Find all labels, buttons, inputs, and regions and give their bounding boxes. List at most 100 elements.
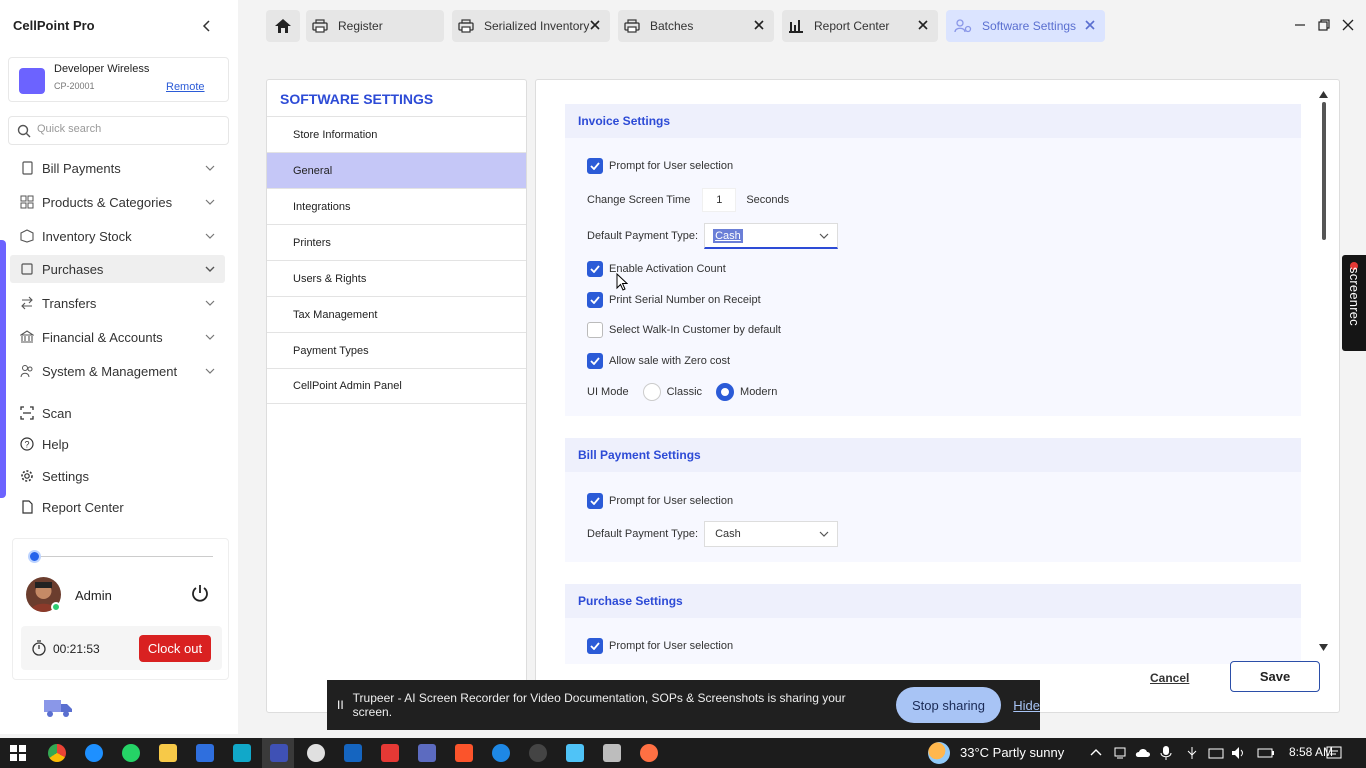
close-icon[interactable] bbox=[588, 18, 602, 32]
tab-software-settings[interactable]: Software Settings bbox=[946, 10, 1105, 42]
close-window-button[interactable] bbox=[1341, 18, 1355, 32]
tab-serialized-inventory[interactable]: Serialized Inventory bbox=[452, 10, 610, 42]
checkbox[interactable] bbox=[587, 158, 603, 174]
wifi-icon[interactable] bbox=[1208, 746, 1224, 760]
menu-item-cellpoint-admin-panel[interactable]: CellPoint Admin Panel bbox=[267, 368, 526, 404]
collapse-sidebar-button[interactable] bbox=[199, 18, 215, 34]
app-icon[interactable] bbox=[529, 744, 547, 762]
close-icon[interactable] bbox=[1083, 18, 1097, 32]
bill-payment-type-row: Default Payment Type: Cash bbox=[587, 521, 839, 547]
clock-out-button[interactable]: Clock out bbox=[139, 635, 211, 662]
tab-register[interactable]: Register bbox=[306, 10, 444, 42]
pause-icon[interactable]: II bbox=[337, 698, 344, 712]
save-button[interactable]: Save bbox=[1230, 661, 1320, 692]
checkbox[interactable] bbox=[587, 493, 603, 509]
home-tab[interactable] bbox=[266, 10, 300, 42]
nav-system-management[interactable]: System & Management bbox=[10, 357, 225, 385]
search-input[interactable] bbox=[37, 123, 217, 135]
nav-scan[interactable]: Scan bbox=[10, 399, 225, 427]
chrome-icon[interactable] bbox=[48, 744, 66, 762]
nav-settings[interactable]: Settings bbox=[10, 462, 225, 490]
menu-item-printers[interactable]: Printers bbox=[267, 224, 526, 260]
menu-item-general[interactable]: General bbox=[267, 152, 526, 188]
nav-purchases[interactable]: Purchases bbox=[10, 255, 225, 283]
whatsapp-icon[interactable] bbox=[122, 744, 140, 762]
minimize-button[interactable] bbox=[1293, 18, 1307, 32]
menu-item-store-information[interactable]: Store Information bbox=[267, 116, 526, 152]
unit-label: Seconds bbox=[746, 194, 790, 206]
file-explorer-icon[interactable] bbox=[159, 744, 177, 762]
radio-classic[interactable] bbox=[642, 383, 661, 401]
nav-inventory-stock[interactable]: Inventory Stock bbox=[10, 222, 225, 250]
app-icon[interactable] bbox=[381, 744, 399, 762]
app-icon[interactable] bbox=[492, 744, 510, 762]
weather-icon[interactable] bbox=[928, 742, 950, 764]
checkbox[interactable] bbox=[587, 638, 603, 654]
notification-icon[interactable] bbox=[1326, 745, 1342, 761]
bill-prompt-user-row[interactable]: Prompt for User selection bbox=[587, 493, 733, 509]
menu-item-payment-types[interactable]: Payment Types bbox=[267, 332, 526, 368]
teams-icon[interactable] bbox=[418, 744, 436, 762]
usb-icon[interactable] bbox=[1185, 746, 1199, 760]
enable-activation-row[interactable]: Enable Activation Count bbox=[587, 261, 726, 277]
delivery-truck-icon[interactable] bbox=[42, 697, 74, 719]
scroll-down-arrow-icon[interactable] bbox=[1319, 644, 1328, 651]
app-icon[interactable] bbox=[307, 744, 325, 762]
radio-modern[interactable] bbox=[716, 383, 735, 401]
edge-icon[interactable] bbox=[85, 744, 103, 762]
power-button[interactable] bbox=[190, 583, 210, 603]
app-icon[interactable] bbox=[344, 744, 362, 762]
print-serial-row[interactable]: Print Serial Number on Receipt bbox=[587, 292, 761, 308]
walk-in-customer-row[interactable]: Select Walk-In Customer by default bbox=[587, 322, 781, 338]
scrollbar-thumb[interactable] bbox=[1322, 102, 1326, 240]
menu-item-tax-management[interactable]: Tax Management bbox=[267, 296, 526, 332]
calculator-icon[interactable] bbox=[603, 744, 621, 762]
scroll-up-arrow-icon[interactable] bbox=[1319, 91, 1328, 98]
app-icon[interactable] bbox=[640, 744, 658, 762]
invoice-payment-type-select[interactable]: Cash bbox=[704, 223, 839, 249]
volume-icon[interactable] bbox=[1231, 746, 1247, 760]
nav-financial-accounts[interactable]: Financial & Accounts bbox=[10, 323, 225, 351]
checkbox[interactable] bbox=[587, 261, 603, 277]
weather-text[interactable]: 33°C Partly sunny bbox=[960, 745, 1064, 760]
menu-item-integrations[interactable]: Integrations bbox=[267, 188, 526, 224]
close-icon[interactable] bbox=[916, 18, 930, 32]
close-icon[interactable] bbox=[752, 18, 766, 32]
brave-icon[interactable] bbox=[455, 744, 473, 762]
cloud-icon[interactable] bbox=[1135, 746, 1151, 760]
quick-search[interactable] bbox=[8, 116, 229, 145]
chevron-up-icon[interactable] bbox=[1090, 748, 1102, 756]
tab-batches[interactable]: Batches bbox=[618, 10, 774, 42]
cellpoint-app-icon[interactable] bbox=[270, 744, 288, 762]
store-app-icon[interactable] bbox=[196, 744, 214, 762]
status-slider-track[interactable] bbox=[33, 556, 213, 557]
hide-button[interactable]: Hide bbox=[1013, 698, 1040, 713]
stop-sharing-button[interactable]: Stop sharing bbox=[895, 687, 1002, 723]
nav-products-categories[interactable]: Products & Categories bbox=[10, 188, 225, 216]
windows-start-icon[interactable] bbox=[10, 745, 26, 761]
menu-item-users-rights[interactable]: Users & Rights bbox=[267, 260, 526, 296]
bill-payment-type-select[interactable]: Cash bbox=[704, 521, 839, 547]
app-icon[interactable] bbox=[233, 744, 251, 762]
battery-icon[interactable] bbox=[1257, 746, 1275, 760]
zero-cost-row[interactable]: Allow sale with Zero cost bbox=[587, 353, 730, 369]
status-slider-handle[interactable] bbox=[28, 550, 41, 563]
change-screen-time-input[interactable]: 1 bbox=[702, 188, 737, 212]
app-icon[interactable] bbox=[566, 744, 584, 762]
nav-report-center[interactable]: Report Center bbox=[10, 493, 225, 521]
tab-report-center[interactable]: Report Center bbox=[782, 10, 938, 42]
checkbox[interactable] bbox=[587, 322, 603, 338]
purchase-prompt-user-row[interactable]: Prompt for User selection bbox=[587, 638, 733, 654]
nav-help[interactable]: ? Help bbox=[10, 430, 225, 458]
restore-button[interactable] bbox=[1317, 18, 1331, 32]
microphone-icon[interactable] bbox=[1160, 745, 1172, 761]
checkbox[interactable] bbox=[587, 292, 603, 308]
nav-transfers[interactable]: Transfers bbox=[10, 289, 225, 317]
screenrec-widget[interactable]: screenrec bbox=[1342, 255, 1366, 351]
checkbox[interactable] bbox=[587, 353, 603, 369]
remote-link[interactable]: Remote bbox=[166, 81, 205, 93]
nav-bill-payments[interactable]: Bill Payments bbox=[10, 154, 225, 182]
network-icon[interactable] bbox=[1113, 746, 1127, 760]
invoice-prompt-user-row[interactable]: Prompt for User selection bbox=[587, 158, 733, 174]
cancel-button[interactable]: Cancel bbox=[1150, 671, 1189, 685]
